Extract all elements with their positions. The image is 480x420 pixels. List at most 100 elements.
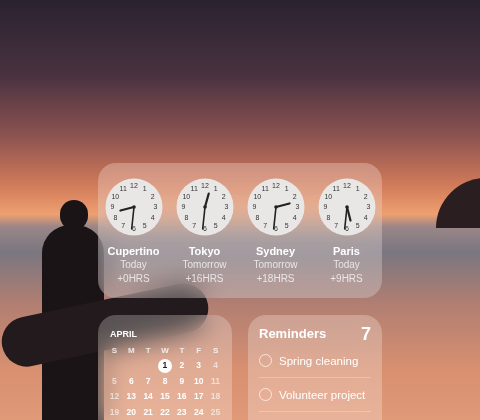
dial-number: 2 [363,193,367,200]
calendar-day[interactable]: 4 [207,359,224,372]
weekday-label: T [140,344,157,358]
reminder-checkbox[interactable] [259,388,272,401]
dial-number: 7 [334,222,338,229]
dial-number: 7 [263,222,267,229]
reminders-title: Reminders [259,326,326,342]
calendar-day[interactable]: 11 [207,375,224,388]
minute-hand [273,207,275,229]
calendar-day[interactable]: 13 [123,390,140,403]
dial-number: 11 [332,185,339,192]
clock-offset: +0HRS [117,272,150,286]
city-name: Cupertino [108,244,160,258]
clock-face-icon: 121234567891011 [105,178,163,236]
calendar-day[interactable]: 20 [123,406,140,419]
dial-number: 8 [326,214,330,221]
dial-number: 12 [130,182,138,189]
calendar-day[interactable]: 21 [140,406,157,419]
clock-offset: +18HRS [256,272,294,286]
calendar-day[interactable]: 15 [157,390,174,403]
dial-number: 2 [292,193,296,200]
weekday-label: S [106,344,123,358]
dial-number: 9 [110,203,114,210]
calendar-day[interactable]: 17 [190,390,207,403]
world-clock: 121234567891011ParisToday+9HRS [311,178,382,288]
calendar-day[interactable]: 5 [106,375,123,388]
weekday-label: W [157,344,174,358]
calendar-day[interactable]: 14 [140,390,157,403]
clock-offset: +16HRS [185,272,223,286]
dial-number: 3 [295,203,299,210]
reminder-checkbox[interactable] [259,354,272,367]
world-clock: 121234567891011SydneyTomorrow+18HRS [240,178,311,288]
clock-face-icon: 121234567891011 [176,178,234,236]
dial-number: 9 [323,203,327,210]
dial-number: 5 [213,222,217,229]
hour-hand [205,194,209,207]
clock-face-icon: 121234567891011 [247,178,305,236]
dial-number: 1 [142,185,146,192]
dial-number: 1 [355,185,359,192]
calendar-day[interactable]: 18 [207,390,224,403]
dial-number: 5 [142,222,146,229]
calendar-day[interactable]: 8 [157,375,174,388]
clock-day: Tomorrow [254,258,298,272]
weekday-label: F [190,344,207,358]
dial-number: 7 [121,222,125,229]
minute-hand [131,207,133,229]
calendar-day[interactable]: 24 [190,406,207,419]
calendar-day[interactable]: 7 [140,375,157,388]
dial-number: 5 [355,222,359,229]
dial-number: 10 [111,193,119,200]
calendar-day[interactable]: 1 [157,359,174,373]
dial-number: 12 [343,182,351,189]
dial-number: 2 [150,193,154,200]
hour-hand [276,203,290,207]
reminder-item[interactable]: Spring cleaning [259,344,371,378]
calendar-day[interactable]: 25 [207,406,224,419]
dial-number: 2 [221,193,225,200]
world-clock-widget[interactable]: 121234567891011CupertinoToday+0HRS121234… [98,163,382,298]
hour-hand [120,207,134,211]
calendar-day[interactable]: 22 [157,406,174,419]
minute-hand [202,207,204,229]
calendar-day[interactable]: 16 [173,390,190,403]
calendar-day[interactable]: 6 [123,375,140,388]
city-name: Tokyo [189,244,221,258]
dial-number: 9 [181,203,185,210]
clock-day: Today [120,258,147,272]
clock-day: Tomorrow [183,258,227,272]
dial-number: 1 [284,185,288,192]
clock-offset: +9HRS [330,272,363,286]
dial-number: 8 [255,214,259,221]
dial-number: 11 [190,185,197,192]
clock-day: Today [333,258,360,272]
dial-number: 7 [192,222,196,229]
calendar-widget[interactable]: APRILSMTWTFS1234567891011121314151617181… [98,315,232,420]
dial-number: 3 [153,203,157,210]
dial-number: 11 [119,185,126,192]
dial-number: 4 [292,214,296,221]
calendar-day[interactable]: 10 [190,375,207,388]
dial-number: 5 [284,222,288,229]
calendar-day[interactable]: 9 [173,375,190,388]
weekday-label: S [207,344,224,358]
calendar-month: APRIL [106,328,224,340]
dial-number: 8 [184,214,188,221]
calendar-day[interactable]: 2 [173,359,190,372]
minute-hand [344,207,346,229]
dial-number: 10 [182,193,190,200]
dial-number: 3 [366,203,370,210]
world-clock: 121234567891011TokyoTomorrow+16HRS [169,178,240,288]
dial-number: 1 [213,185,217,192]
dial-number: 4 [221,214,225,221]
weekday-label: M [123,344,140,358]
calendar-day[interactable]: 12 [106,390,123,403]
world-clock: 121234567891011CupertinoToday+0HRS [98,178,169,288]
dial-number: 8 [113,214,117,221]
reminder-item[interactable]: Volunteer project [259,378,371,412]
calendar-day[interactable]: 19 [106,406,123,419]
reminders-widget[interactable]: Reminders7Spring cleaningVolunteer proje… [248,315,382,420]
calendar-day[interactable]: 23 [173,406,190,419]
dial-number: 10 [324,193,332,200]
calendar-day[interactable]: 3 [190,359,207,372]
